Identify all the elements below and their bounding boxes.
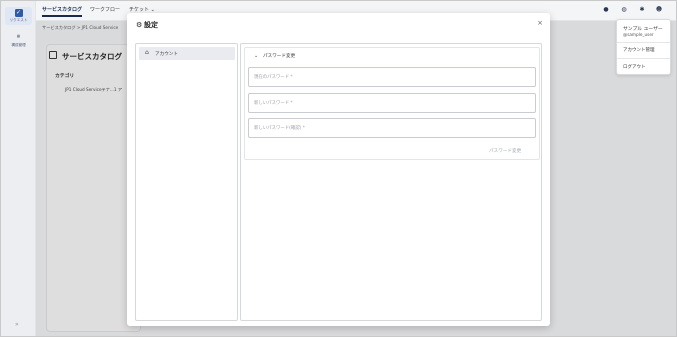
tab-service-catalog[interactable]: サービスカタログ xyxy=(42,6,83,17)
current-password-input[interactable] xyxy=(249,68,535,86)
rail-item-request[interactable]: ✓ リクエスト xyxy=(5,7,32,25)
user-id: @sample_user xyxy=(623,32,654,37)
divider xyxy=(617,42,670,43)
chat-icon[interactable]: ● xyxy=(602,6,610,14)
new-password-field[interactable] xyxy=(248,93,536,113)
account-icon: ⌂ xyxy=(145,49,149,56)
gear-icon: ⚙ xyxy=(136,21,143,29)
user-icon[interactable]: ☻ xyxy=(655,6,663,14)
change-password-button[interactable]: パスワード変更 xyxy=(489,148,521,154)
chevron-down-icon[interactable]: ⌄ xyxy=(254,53,258,59)
dialog-title: 設定 xyxy=(144,21,158,29)
new-password-input[interactable] xyxy=(249,94,535,112)
account-management-link[interactable]: アカウント管理 xyxy=(623,47,655,53)
left-rail: ✓ リクエスト ▦ 構成管理 » xyxy=(1,1,36,336)
close-icon[interactable]: × xyxy=(537,19,543,27)
settings-dialog: ⚙ 設定 × ⌂ アカウント ⌄ パスワード変更 パスワード変更 xyxy=(127,13,550,326)
user-menu: サンプル ユーザー @sample_user アカウント管理 ログアウト xyxy=(616,19,671,75)
chevron-right-icon[interactable]: » xyxy=(15,321,23,329)
tab-workflow[interactable]: ワークフロー xyxy=(90,6,120,13)
tab-ticket[interactable]: チケット ⌄ xyxy=(129,6,155,13)
check-square-icon: ✓ xyxy=(14,9,23,17)
rail-item-label: 構成管理 xyxy=(11,43,26,47)
rail-item-label: リクエスト xyxy=(9,18,28,22)
gear-icon[interactable]: ✱ xyxy=(638,6,646,14)
confirm-password-input[interactable] xyxy=(249,119,535,137)
logout-link[interactable]: ログアウト xyxy=(623,64,646,70)
settings-nav: ⌂ アカウント xyxy=(135,43,238,321)
confirm-password-field[interactable] xyxy=(248,118,536,138)
settings-nav-item-account[interactable]: ⌂ アカウント xyxy=(139,47,235,60)
password-change-section: ⌄ パスワード変更 パスワード変更 xyxy=(244,47,540,160)
grid-icon: ▦ xyxy=(16,34,21,38)
user-name: サンプル ユーザー xyxy=(623,27,663,32)
rail-item-configuration[interactable]: ▦ 構成管理 xyxy=(5,32,32,50)
current-password-field[interactable] xyxy=(248,67,536,87)
divider xyxy=(617,58,670,59)
settings-nav-label: アカウント xyxy=(155,52,178,57)
settings-content: ⌄ パスワード変更 パスワード変更 xyxy=(240,43,542,321)
app-window: ✓ リクエスト ▦ 構成管理 » サービスカタログ ワークフロー チケット ⌄ … xyxy=(0,0,677,337)
section-title[interactable]: パスワード変更 xyxy=(263,53,295,59)
help-icon[interactable]: ◍ xyxy=(620,6,628,14)
